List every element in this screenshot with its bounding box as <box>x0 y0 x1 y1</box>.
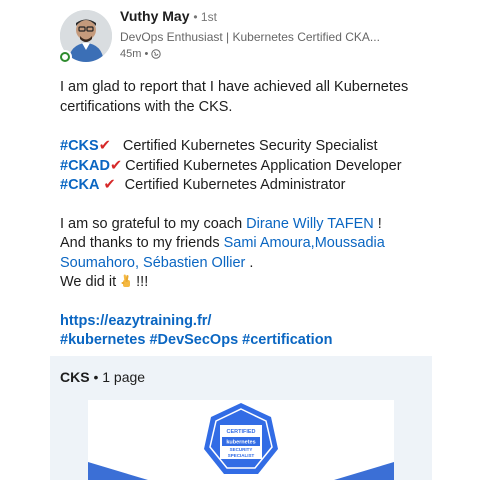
badge-text-specialist: SPECIALIST <box>228 453 255 458</box>
globe-icon <box>151 49 162 59</box>
checkmark-icon: ✔ <box>103 177 116 193</box>
document-title-line: CKS • 1 page <box>60 369 145 385</box>
thanks-friends-line: And thanks to my friends Sami Amoura,Mou… <box>60 235 385 271</box>
hashtag-certification[interactable]: #certification <box>242 332 332 348</box>
cert-row-cks: #CKS✔ Certified Kubernetes Security Spec… <box>60 137 460 157</box>
document-preview-page[interactable]: CERTIFIED kubernetes SECURITY SPECIALIST <box>88 400 394 480</box>
author-name-line: Vuthy May • 1st <box>120 8 217 24</box>
cert-description: Certified Kubernetes Application Develop… <box>125 157 402 174</box>
badge-text-security: SECURITY <box>230 447 253 452</box>
post-meta: 45m • <box>120 48 162 60</box>
connection-degree: • 1st <box>193 10 217 24</box>
hashtag-kubernetes[interactable]: #kubernetes <box>60 332 145 348</box>
cert-row-ckad: #CKAD✔ Certified Kubernetes Application … <box>60 157 460 177</box>
mention-coach[interactable]: Dirane Willy TAFEN <box>246 216 374 232</box>
checkmark-icon: ✔ <box>98 138 111 154</box>
certificate-preview: CERTIFIED kubernetes SECURITY SPECIALIST <box>88 403 394 480</box>
cks-badge-icon <box>204 403 278 474</box>
checkmark-icon: ✔ <box>109 157 123 174</box>
online-status-icon <box>58 50 72 64</box>
fingers-crossed-emoji-icon <box>121 274 131 287</box>
thanks-coach-line: I am so grateful to my coach Dirane Will… <box>60 215 382 232</box>
document-title: CKS <box>60 369 90 385</box>
author-name[interactable]: Vuthy May <box>120 8 190 24</box>
post-intro: I am glad to report that I have achieved… <box>60 79 409 115</box>
hashtag-devsecops[interactable]: #DevSecOps <box>149 332 238 348</box>
author-headline: DevOps Enthusiast | Kubernetes Certified… <box>120 30 380 44</box>
hashtag-ckad[interactable]: #CKAD <box>60 158 110 174</box>
feed-post: Vuthy May • 1st DevOps Enthusiast | Kube… <box>0 0 480 480</box>
author-avatar[interactable] <box>58 10 112 64</box>
cert-description: Certified Kubernetes Security Specialist <box>122 138 378 154</box>
post-link[interactable]: https://eazytraining.fr/ <box>60 312 460 332</box>
post-time: 45m • <box>120 48 149 60</box>
cert-description: Certified Kubernetes Administrator <box>124 177 346 193</box>
badge-text-certified: CERTIFIED <box>226 429 255 435</box>
hashtag-cks[interactable]: #CKS <box>60 138 99 154</box>
badge-text-kubernetes: kubernetes <box>226 440 255 446</box>
document-attachment[interactable]: CKS • 1 page CERTIFIED kubernetes SECURI… <box>50 356 432 480</box>
hashtag-cka[interactable]: #CKA <box>60 177 99 193</box>
mention-friend-1[interactable]: Sami Amoura <box>224 235 311 251</box>
cert-row-cka: #CKA ✔ Certified Kubernetes Administrato… <box>60 176 460 196</box>
hashtags-line: #kubernetes #DevSecOps #certification <box>60 331 460 351</box>
post-body: I am glad to report that I have achieved… <box>60 78 460 351</box>
mention-friend-3[interactable]: Sébastien Ollier <box>143 255 245 271</box>
document-page-count: • 1 page <box>93 369 146 385</box>
we-did-it-line: We did it !!! <box>60 274 149 290</box>
